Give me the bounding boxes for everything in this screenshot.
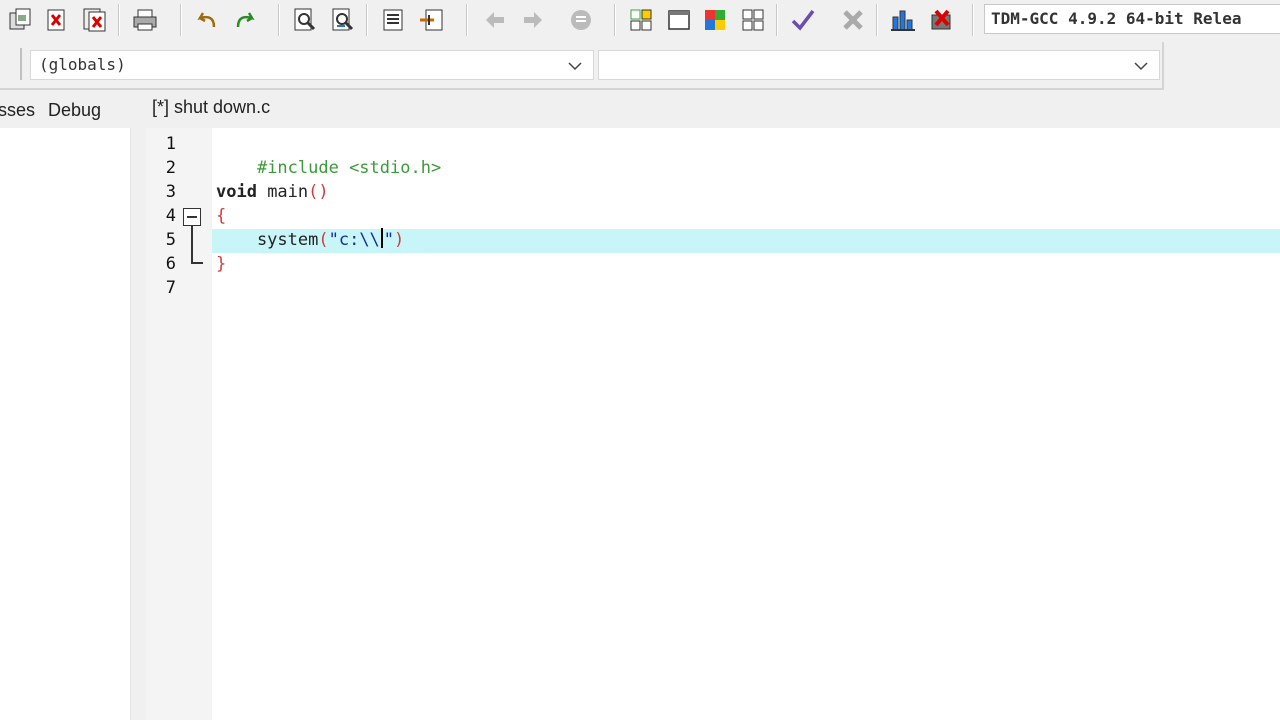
parens: () [308,182,329,202]
preprocessor-directive: #include <stdio.h> [256,158,442,178]
find-icon[interactable] [290,5,320,35]
back-icon[interactable] [480,5,510,35]
unindent-icon[interactable] [416,5,446,35]
code-line-3: void main() [216,180,329,204]
line-number: 3 [165,182,176,202]
keyword: void [216,182,257,202]
compiler-select[interactable]: TDM-GCC 4.9.2 64-bit Relea [984,4,1280,34]
open-brace: { [216,206,227,226]
main-toolbar: TDM-GCC 4.9.2 64-bit Relea [0,0,1280,40]
line-number: 4 [165,206,176,226]
member-combo[interactable] [598,50,1160,80]
grid-icon[interactable] [626,5,656,35]
open-paren: ( [318,230,329,250]
close-paren: ) [394,230,405,250]
function-name: main [256,182,309,202]
bookmark-icon[interactable] [566,5,596,35]
string-quote: " [383,230,395,250]
fold-end [191,262,203,264]
line-number: 5 [165,230,176,250]
check-icon[interactable] [788,5,818,35]
tab-classes[interactable]: sses [0,92,35,128]
fold-collapse-icon[interactable] [183,208,201,226]
code-editor[interactable]: 1 2 3 4 5 6 7 #include <stdio.h> void ma… [146,128,1280,720]
indent-icon[interactable] [378,5,408,35]
toolbar-grip[interactable] [20,48,22,80]
print-icon[interactable] [130,5,160,35]
replace-icon[interactable] [328,5,358,35]
window-icon[interactable] [664,5,694,35]
scope-combo[interactable]: (globals) [30,50,594,80]
line-number: 6 [165,254,176,274]
close-icon[interactable] [42,5,72,35]
chevron-down-icon [568,62,582,71]
code-line-4: { [216,204,226,228]
color-grid-icon[interactable] [700,5,730,35]
close-brace: } [216,254,227,274]
chart-icon[interactable] [888,5,918,35]
project-panel-tabs: sses Debug [0,92,140,128]
class-browser-bar: (globals) [0,42,1164,90]
string-literal: "c:\\ [328,230,380,250]
forward-icon[interactable] [518,5,548,35]
new-icon[interactable] [6,5,36,35]
line-number-gutter: 1 2 3 4 5 6 7 [146,128,212,720]
code-line-6: } [216,252,226,276]
delete-icon[interactable] [838,5,868,35]
function-call: system [216,230,319,250]
chevron-down-icon [1134,62,1148,71]
fold-line [191,226,193,264]
code-line-1: #include <stdio.h> [216,132,441,178]
project-panel [0,128,131,720]
code-line-5: system("c:\\ ") [216,228,404,252]
line-number: 7 [165,278,176,298]
redo-icon[interactable] [230,5,260,35]
stop-icon[interactable] [926,5,956,35]
undo-icon[interactable] [192,5,222,35]
scope-value: (globals) [39,55,126,74]
line-number: 2 [165,158,176,178]
tile-icon[interactable] [738,5,768,35]
text-caret [380,228,383,248]
close-all-icon[interactable] [80,5,110,35]
line-number: 1 [165,134,176,154]
tab-debug[interactable]: Debug [48,92,101,128]
editor-file-tab[interactable]: [*] shut down.c [142,90,294,126]
